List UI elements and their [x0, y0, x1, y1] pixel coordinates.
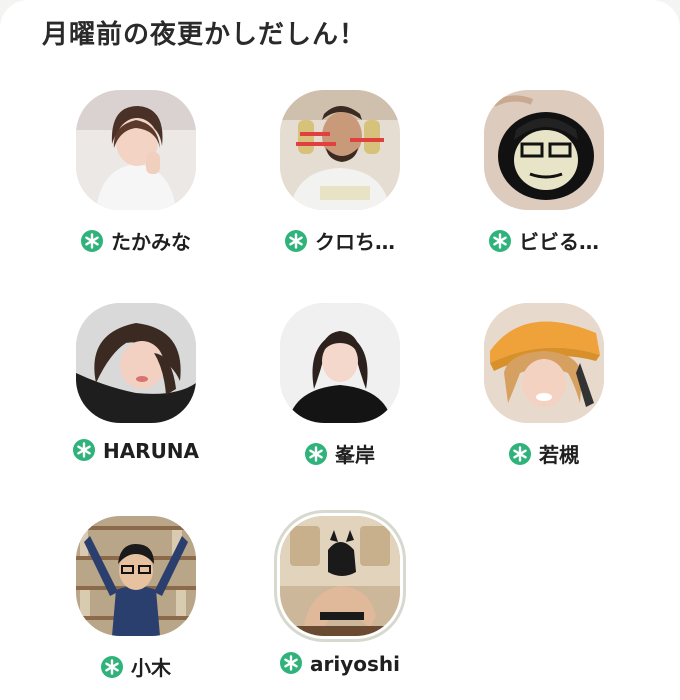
story-name-text: クロち… — [315, 230, 395, 254]
story-name[interactable]: クロち… — [238, 226, 442, 255]
avatar[interactable] — [76, 90, 196, 210]
avatar-photo-takamina — [76, 90, 196, 210]
story-name-text: 小木 — [131, 656, 171, 680]
asterisk-badge-icon — [72, 439, 95, 461]
asterisk-badge-icon — [305, 443, 327, 465]
story-name-text: ariyoshi — [310, 652, 400, 676]
story-name-text: ビビる… — [519, 230, 599, 254]
asterisk-badge-icon — [509, 443, 531, 465]
asterisk-badge-icon — [285, 230, 307, 252]
avatar[interactable] — [280, 303, 400, 423]
avatar-photo-ariyoshi — [280, 516, 400, 636]
story-name-text: 若槻 — [539, 443, 579, 467]
asterisk-badge-icon — [280, 652, 302, 674]
avatar[interactable] — [484, 90, 604, 210]
avatar-photo-minegishi — [280, 303, 400, 423]
story-name[interactable]: HARUNA — [34, 439, 238, 463]
avatar-grid: たかみな クロち… ビビる… HARUNA 峯岸 若槻 小木 ariyoshi — [0, 0, 680, 680]
avatar[interactable] — [484, 303, 604, 423]
story-name[interactable]: ビビる… — [442, 226, 646, 255]
story-name[interactable]: 小木 — [34, 652, 238, 681]
story-name-text: HARUNA — [102, 439, 200, 463]
avatar-photo-bibiru — [484, 90, 604, 210]
story-name[interactable]: たかみな — [34, 226, 238, 255]
avatar-photo-ogi — [76, 516, 196, 636]
avatar[interactable] — [76, 516, 196, 636]
avatar[interactable] — [76, 303, 196, 423]
avatar-photo-wakatsuki — [484, 303, 604, 423]
story-name[interactable]: 峯岸 — [238, 439, 442, 468]
story-name[interactable]: 若槻 — [442, 439, 646, 468]
avatar[interactable] — [280, 90, 400, 210]
story-name-text: 峯岸 — [335, 443, 375, 467]
asterisk-badge-icon — [489, 230, 511, 252]
asterisk-badge-icon — [81, 230, 103, 252]
asterisk-badge-icon — [101, 656, 123, 678]
avatar[interactable] — [280, 516, 400, 636]
avatar-photo-haruna — [76, 303, 196, 423]
story-name-text: たかみな — [111, 230, 191, 254]
story-name[interactable]: ariyoshi — [238, 652, 442, 676]
avatar-photo-kurochan — [280, 90, 400, 210]
